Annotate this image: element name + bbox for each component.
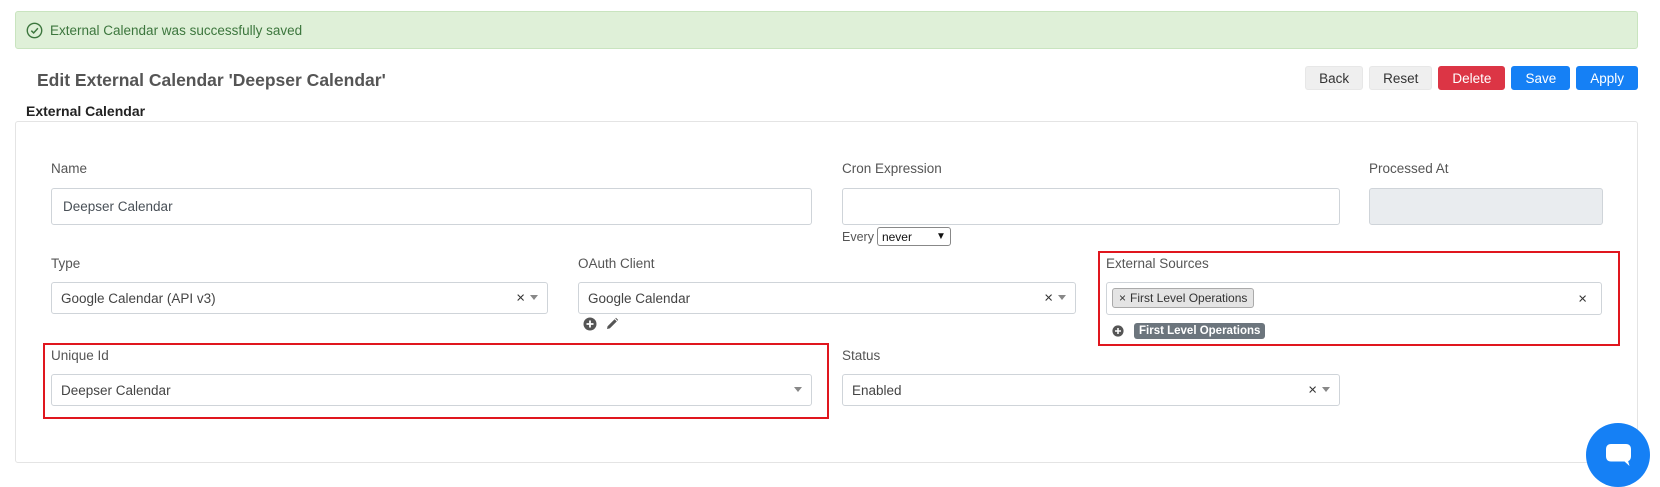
cron-every: Every never ▼ xyxy=(842,227,951,246)
toolbar: Back Reset Delete Save Apply xyxy=(1305,66,1638,90)
chevron-down-icon: ▼ xyxy=(936,231,946,242)
highlight-box-unique-id xyxy=(43,343,829,419)
clear-icon[interactable]: × xyxy=(516,290,525,307)
oauth-client-select[interactable]: Google Calendar × xyxy=(578,282,1076,314)
status-select-value: Enabled xyxy=(852,382,902,398)
section-title: External Calendar xyxy=(26,103,146,119)
apply-button[interactable]: Apply xyxy=(1576,66,1638,90)
oauth-client-label: OAuth Client xyxy=(578,256,655,271)
check-circle-icon xyxy=(26,22,43,38)
type-select-value: Google Calendar (API v3) xyxy=(61,290,216,306)
name-label: Name xyxy=(51,161,88,176)
alert-message: External Calendar was successfully saved xyxy=(50,22,303,38)
every-select-value: never xyxy=(881,229,912,244)
back-button[interactable]: Back xyxy=(1305,66,1364,90)
chevron-down-icon[interactable] xyxy=(1322,387,1330,392)
cron-label: Cron Expression xyxy=(842,161,942,176)
pencil-icon[interactable] xyxy=(605,317,619,331)
oauth-client-select-value: Google Calendar xyxy=(588,290,691,306)
chevron-down-icon[interactable] xyxy=(530,295,538,300)
status-select[interactable]: Enabled × xyxy=(842,374,1340,406)
reset-button[interactable]: Reset xyxy=(1369,66,1433,90)
processed-at-label: Processed At xyxy=(1369,161,1449,176)
delete-button[interactable]: Delete xyxy=(1438,66,1506,90)
clear-icon[interactable]: × xyxy=(1308,382,1317,399)
page-title: Edit External Calendar 'Deepser Calendar… xyxy=(37,70,386,90)
every-label: Every xyxy=(842,229,874,244)
chat-widget-button[interactable] xyxy=(1586,423,1650,487)
chevron-down-icon[interactable] xyxy=(1058,295,1066,300)
save-button[interactable]: Save xyxy=(1511,66,1571,90)
plus-circle-icon[interactable] xyxy=(583,317,597,331)
type-select[interactable]: Google Calendar (API v3) × xyxy=(51,282,548,314)
status-label: Status xyxy=(842,348,881,363)
cron-input[interactable] xyxy=(842,188,1340,225)
clear-icon[interactable]: × xyxy=(1044,290,1053,307)
processed-at-input xyxy=(1369,188,1603,225)
every-select[interactable]: never ▼ xyxy=(876,227,951,246)
chat-bubble-icon xyxy=(1606,444,1631,466)
name-input[interactable]: Deepser Calendar xyxy=(51,188,812,225)
highlight-box-external-sources xyxy=(1098,251,1620,346)
success-alert: External Calendar was successfully saved xyxy=(15,11,1638,49)
type-label: Type xyxy=(51,256,81,271)
